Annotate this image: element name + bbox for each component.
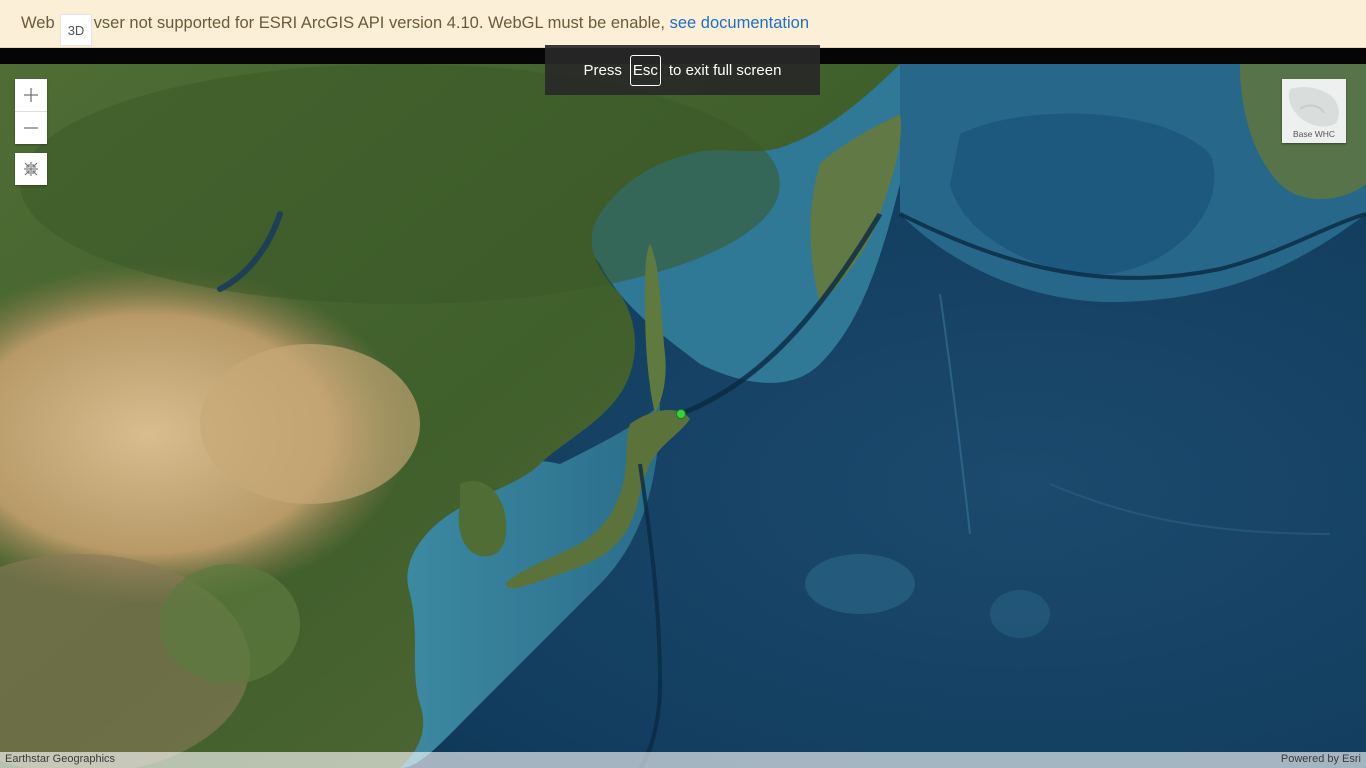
exit-fullscreen-icon — [24, 162, 38, 176]
esc-key-hint: Esc — [629, 54, 661, 86]
powered-by-esri[interactable]: Powered by Esri — [1281, 753, 1361, 765]
banner-message-rest: vser not supported for ESRI ArcGIS API v… — [93, 14, 670, 32]
banner-message-start: Web — [21, 14, 55, 32]
zoom-out-button[interactable] — [15, 111, 47, 144]
toast-exit-text: to exit full screen — [668, 61, 782, 79]
see-documentation-link[interactable]: see documentation — [670, 14, 809, 32]
toast-press-text: Press — [583, 61, 622, 79]
map-view[interactable] — [0, 64, 1366, 768]
zoom-controls — [15, 79, 47, 144]
fullscreen-toast: Press Esc to exit full screen — [545, 45, 820, 95]
plus-icon — [24, 88, 38, 102]
view-3d-toggle-button[interactable]: 3D — [60, 14, 92, 46]
basemap-label: Base WHC — [1292, 129, 1336, 139]
attribution-bar: Earthstar Geographics Powered by Esri — [0, 752, 1366, 768]
webgl-warning-banner: Web vser not supported for ESRI ArcGIS AP… — [0, 0, 1366, 48]
location-marker[interactable] — [676, 409, 686, 419]
attribution-source[interactable]: Earthstar Geographics — [5, 753, 115, 765]
basemap-toggle-button[interactable]: Base WHC — [1282, 79, 1346, 143]
minus-icon — [24, 127, 38, 129]
map-app: Web vser not supported for ESRI ArcGIS AP… — [0, 0, 1366, 768]
banner-message: Web vser not supported for ESRI ArcGIS AP… — [21, 14, 809, 33]
zoom-in-button[interactable] — [15, 79, 47, 111]
satellite-imagery — [0, 64, 1366, 768]
exit-fullscreen-button[interactable] — [15, 153, 47, 185]
